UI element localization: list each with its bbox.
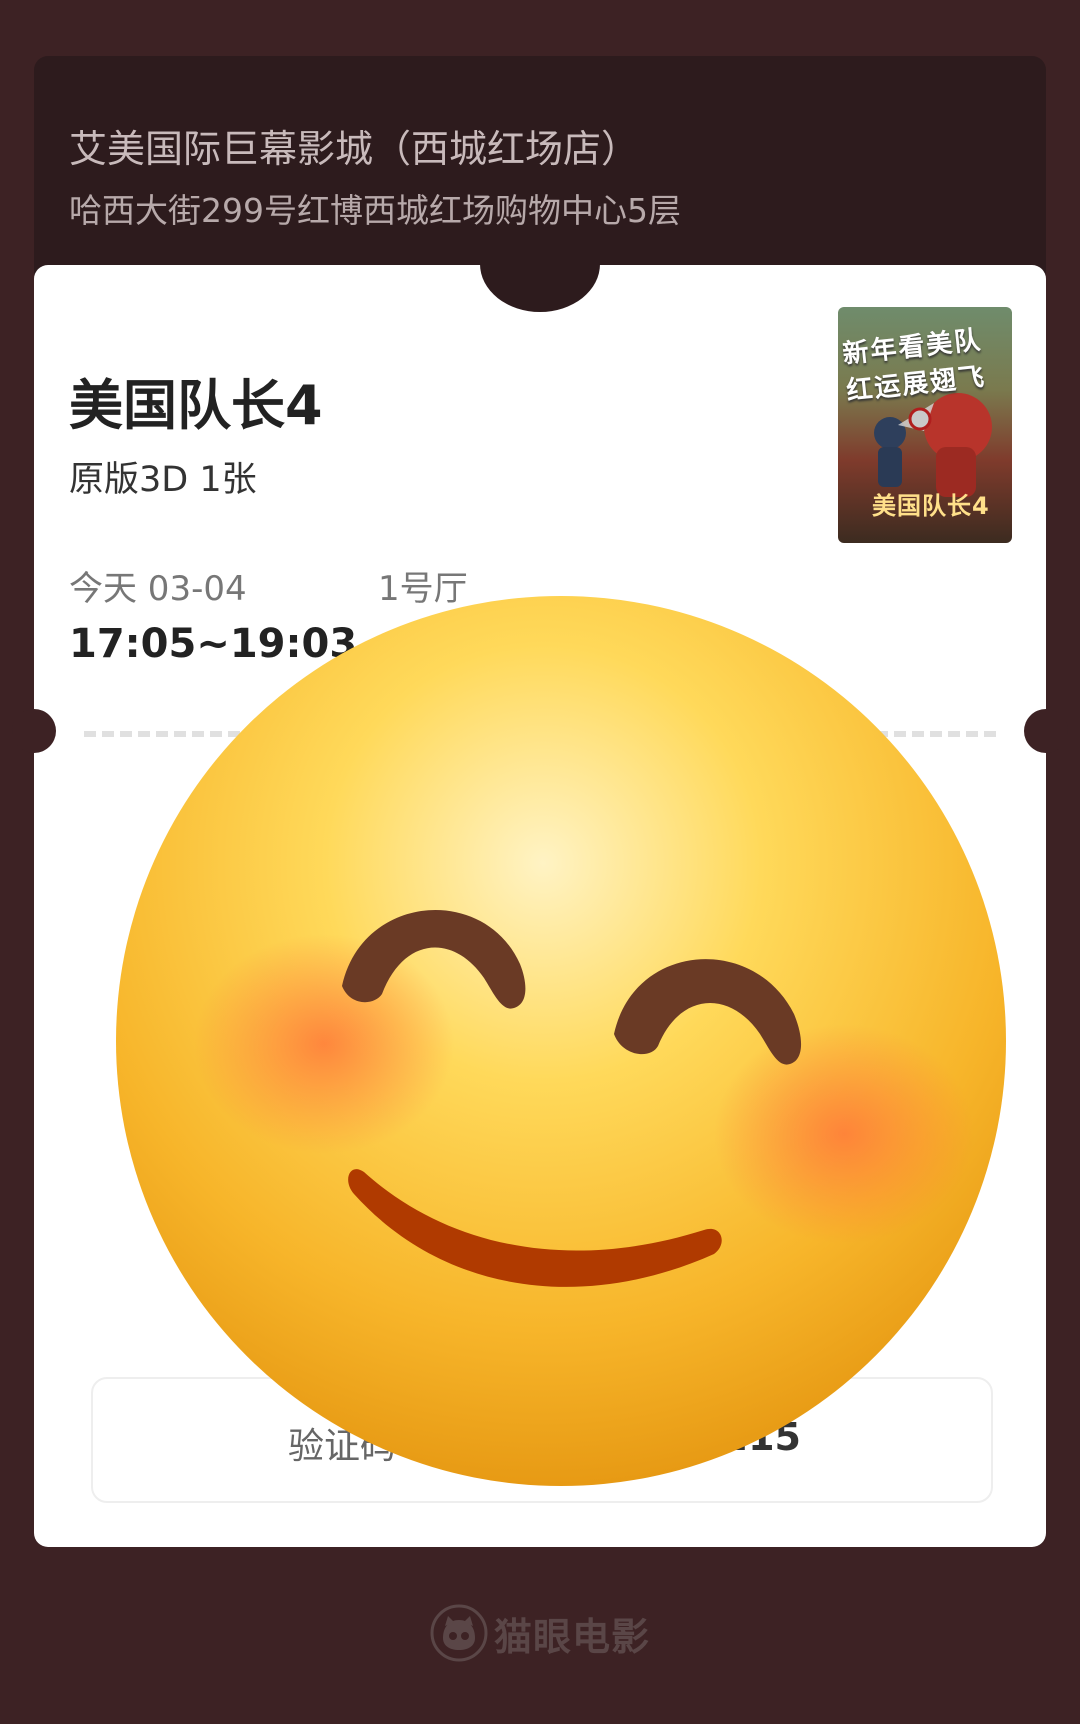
ticket-notch-right: [1024, 709, 1068, 753]
maoyan-brand: 猫眼电影: [430, 1604, 650, 1662]
ticket-format: 原版3D 1张: [69, 460, 257, 500]
ticket-notch-top: [480, 264, 600, 312]
emoji-blush-left: [194, 934, 454, 1154]
cinema-header: 艾美国际巨幕影城（西城红场店） 哈西大街299号红博西城红场购物中心5层: [34, 56, 1046, 286]
smiling-blush-emoji-icon: [116, 596, 1006, 1486]
cinema-name: 艾美国际巨幕影城（西城红场店）: [69, 127, 640, 171]
movie-poster[interactable]: 新年看美队 红运展翅飞 美国队长4: [838, 307, 1012, 543]
cinema-address: 哈西大街299号红博西城红场购物中心5层: [69, 191, 681, 230]
movie-title: 美国队长4: [69, 374, 323, 437]
emoji-blush-right: [714, 1024, 974, 1244]
ticket-notch-left: [12, 709, 56, 753]
cat-logo-icon: [430, 1604, 488, 1662]
brand-name: 猫眼电影: [494, 1614, 651, 1659]
poster-title: 美国队长4: [872, 492, 990, 520]
